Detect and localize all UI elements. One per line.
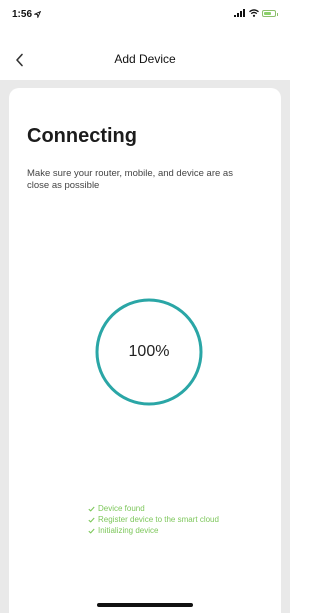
card-title: Connecting [27,125,137,147]
progress-percentage: 100% [128,343,170,360]
battery-charging-icon [262,9,278,17]
step-label: Initializing device [98,526,159,535]
step-device-found: Device found [88,503,219,514]
location-arrow-icon [34,11,42,18]
step-initializing-device: Initializing device [88,525,219,536]
check-icon [88,517,95,523]
home-indicator [97,603,193,607]
battery-tip [276,12,278,16]
status-time-text: 1:56 [12,9,33,20]
check-icon [88,506,95,512]
status-icons [234,9,278,17]
nav-bar: Add Device [0,40,290,80]
step-register-device: Register device to the smart cloud [88,514,219,525]
cellular-signal-icon [234,9,245,17]
status-bar: 1:56 [0,0,290,40]
wifi-icon [249,9,259,17]
connection-steps: Device found Register device to the smar… [88,503,219,536]
step-label: Register device to the smart cloud [98,515,219,524]
page-title: Add Device [114,52,176,66]
status-time: 1:56 [12,9,42,20]
battery-level [264,11,271,15]
card-subtitle: Make sure your router, mobile, and devic… [27,168,233,191]
check-icon [88,528,95,534]
step-label: Device found [98,504,145,513]
